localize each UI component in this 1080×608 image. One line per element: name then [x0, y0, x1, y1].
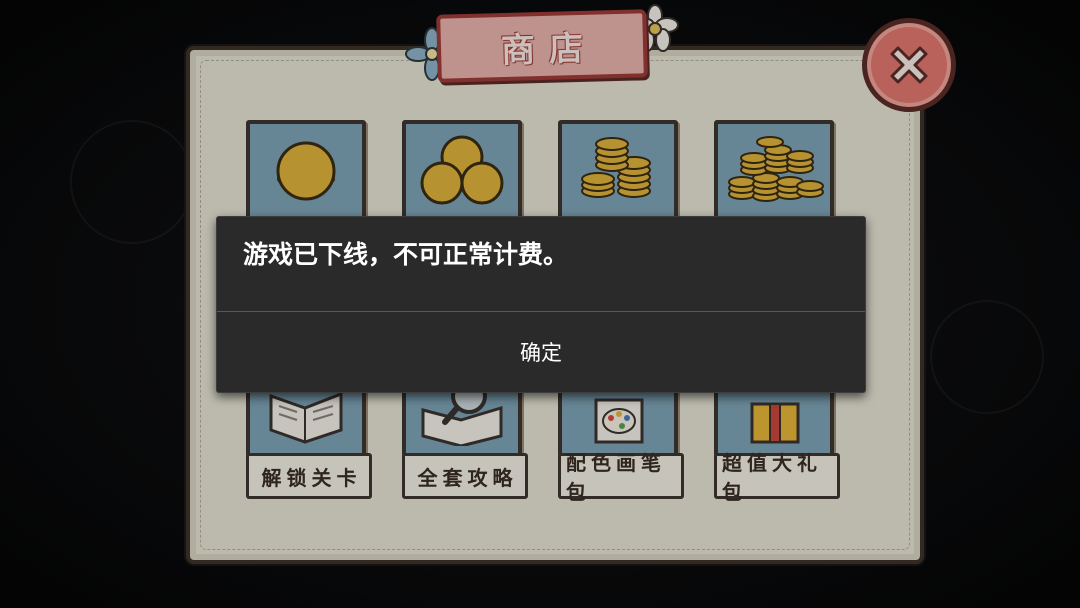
confirm-button[interactable]: 确定	[217, 312, 865, 392]
dialog-message: 游戏已下线，不可正常计费。	[243, 240, 569, 269]
alert-dialog: 游戏已下线，不可正常计费。 确定	[216, 216, 866, 393]
